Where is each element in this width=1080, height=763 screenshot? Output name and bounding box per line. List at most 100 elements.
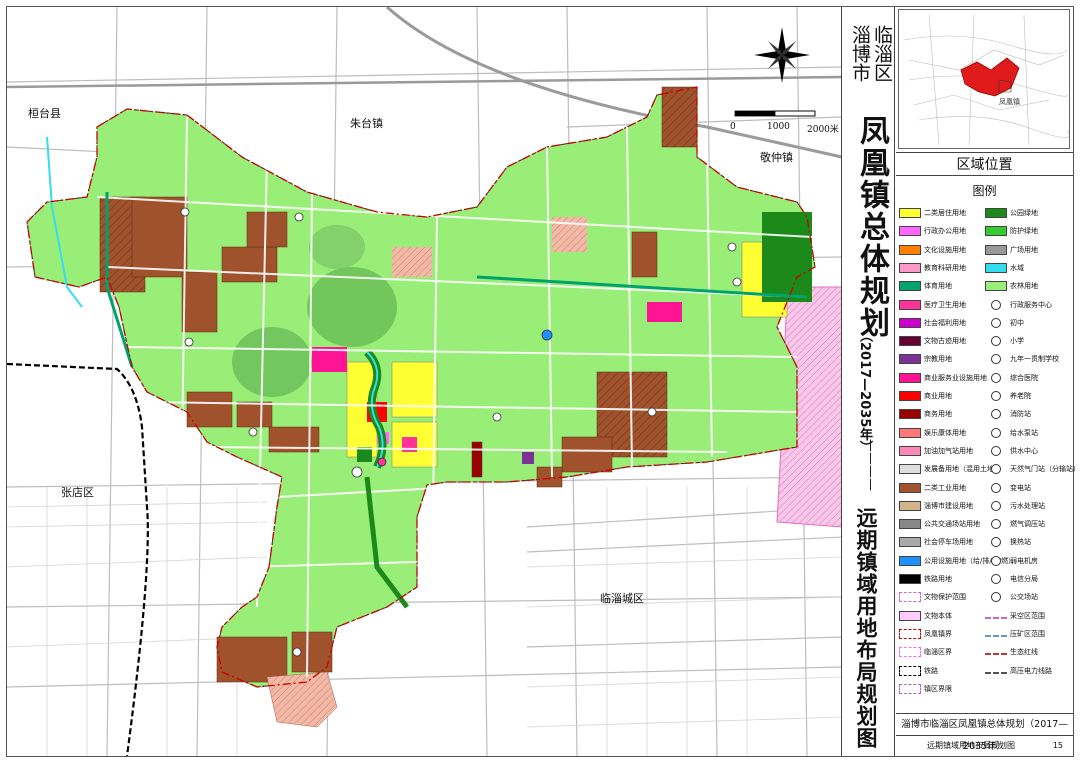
legend-label: 娱乐康体用地: [924, 428, 966, 437]
legend-item: 给水泵站: [985, 426, 1038, 439]
legend-label: 商业服务业设施用地: [924, 373, 987, 382]
legend-item: 临淄区界: [899, 645, 952, 658]
legend-item: 九年一贯制学校: [985, 352, 1059, 365]
legend-item: 教育科研用地: [899, 261, 966, 274]
legend-label: 凤凰镇界: [924, 629, 952, 638]
legend-item: 弱电机房: [985, 554, 1038, 567]
legend-item: 换热站: [985, 535, 1031, 548]
legend-color-swatch: [899, 555, 921, 566]
legend-color-swatch: [899, 280, 921, 291]
bus-station-icon: [991, 591, 1001, 602]
legend-label: 二类居住用地: [924, 208, 966, 217]
map-canvas[interactable]: 桓台县 朱台镇 敬仲镇 张店区 临淄城区 0 1000 2000米: [7, 7, 842, 756]
legend-label: 污水处理站: [1010, 501, 1045, 510]
legend-line-swatch: [899, 591, 921, 602]
legend-color-swatch: [899, 335, 921, 346]
scale-tick-2000: 2000米: [807, 125, 839, 135]
legend-label: 小学: [1010, 336, 1024, 345]
legend-item: 电信分局: [985, 572, 1038, 585]
legend-label: 高压电力线路: [1010, 666, 1052, 675]
legend-label: 变电站: [1010, 483, 1031, 492]
legend-item: 生态红线: [985, 645, 1038, 658]
scale-bar: [734, 110, 816, 117]
legend-label: 天然气门站（分输站）: [1010, 464, 1080, 473]
legend-label: 商业用地: [924, 391, 952, 400]
legend-label: 养老院: [1010, 391, 1031, 400]
gas-regulator-icon: [991, 518, 1001, 529]
legend-item: 初中: [985, 316, 1024, 329]
legend-color-swatch: [899, 610, 921, 621]
sewage-icon: [991, 500, 1001, 511]
footer-sheet-name: 远期镇域用地布局规划图: [927, 741, 1015, 750]
legend-label: 电信分局: [1010, 574, 1038, 583]
legend-color-swatch: [899, 445, 921, 456]
north-arrow: [754, 27, 810, 83]
legend-label: 公园绿地: [1010, 208, 1038, 217]
hill-green-2: [232, 327, 312, 397]
legend-label: 文物保护范围: [924, 592, 966, 601]
legend-color-swatch: [899, 408, 921, 419]
pump-station-icon: [991, 427, 1001, 438]
legend-color-swatch: [899, 536, 921, 547]
legend-label: 行政服务中心: [1010, 300, 1052, 309]
legend-item: 养老院: [985, 389, 1031, 402]
fire-station-icon: [991, 408, 1001, 419]
legend-label: 消防站: [1010, 409, 1031, 418]
legend-item: 铁路用地: [899, 572, 952, 585]
legend-item: 加油加气站用地: [899, 444, 973, 457]
inset-town-label: 凤凰镇: [999, 97, 1020, 106]
legend-label: 镇区界限: [924, 684, 952, 693]
legend-color-swatch: [899, 390, 921, 401]
legend-item: 商务用地: [899, 407, 952, 420]
land-use-map: [7, 7, 841, 756]
hospital-icon: [991, 372, 1001, 383]
legend-label: 临淄区界: [924, 647, 952, 656]
nine-year-school-icon: [991, 353, 1001, 364]
legend-label: 宗教用地: [924, 354, 952, 363]
title-column: 临淄区 淄博市 凤凰镇总体规划 （2017—2035年） ———— 远期镇域用地…: [843, 7, 895, 756]
telecom-room-icon: [991, 555, 1001, 566]
legend-item: 行政办公用地: [899, 224, 966, 237]
title-years: （2017—2035年）: [857, 329, 872, 454]
legend-color-swatch: [985, 262, 1007, 273]
legend-color-swatch: [899, 262, 921, 273]
legend-item: 公园绿地: [985, 206, 1038, 219]
legend-item: 变电站: [985, 481, 1031, 494]
legend-label: 文物古迹用地: [924, 336, 966, 345]
legend-label: 加油加气站用地: [924, 446, 973, 455]
legend-item: 社会停车场用地: [899, 535, 973, 548]
heat-exchange-icon: [991, 536, 1001, 547]
legend-item: 高压电力线路: [985, 664, 1052, 677]
scale-tick-0: 0: [730, 122, 736, 132]
legend-label: 综合医院: [1010, 373, 1038, 382]
legend-item: 供水中心: [985, 444, 1038, 457]
legend-item: 娱乐康体用地: [899, 426, 966, 439]
title-main: 凤凰镇总体规划: [854, 115, 889, 339]
legend-label: 行政办公用地: [924, 226, 966, 235]
legend-label: 九年一贯制学校: [1010, 354, 1059, 363]
legend-label: 教育科研用地: [924, 263, 966, 272]
legend-item: 消防站: [985, 407, 1031, 420]
legend-item: 小学: [985, 334, 1024, 347]
middle-school-icon: [991, 317, 1001, 328]
legend-color-swatch: [899, 299, 921, 310]
legend-label: 铁路: [924, 666, 938, 675]
legend-label: 公共交通场站用地: [924, 519, 980, 528]
legend-item: 文化设施用地: [899, 243, 966, 256]
legend-label: 供水中心: [1010, 446, 1038, 455]
admin-center-icon: [991, 299, 1001, 310]
legend-item: 燃气调压站: [985, 517, 1045, 530]
legend-label: 社会停车场用地: [924, 537, 973, 546]
legend-label: 公交场站: [1010, 592, 1038, 601]
legend-item: 综合医院: [985, 371, 1038, 384]
legend-label: 文物本体: [924, 611, 952, 620]
legend-item: 水域: [985, 261, 1024, 274]
place-zhutai: 朱台镇: [350, 117, 383, 130]
legend-item: 商业用地: [899, 389, 952, 402]
legend-color-swatch: [899, 500, 921, 511]
location-caption: 区域位置: [896, 152, 1073, 176]
legend-item: 公共交通场站用地: [899, 517, 980, 530]
legend-item: 医疗卫生用地: [899, 298, 966, 311]
legend-item: 铁路: [899, 664, 938, 677]
legend-panel: 凤凰镇 区域位置 图例 二类居住用地 行政办公用地 文化设施用地 教育科研用地 体育用地…: [896, 7, 1080, 756]
